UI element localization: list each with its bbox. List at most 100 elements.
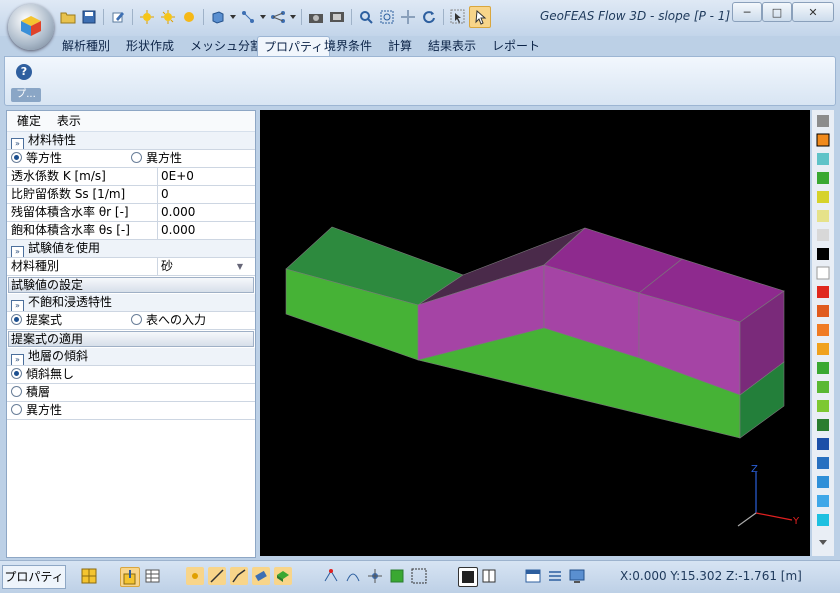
curve-edit-icon[interactable] [344,567,362,585]
layout-icon[interactable] [524,567,542,585]
color-swatch[interactable] [817,457,829,469]
line-tool-icon[interactable] [208,567,226,585]
color-swatch[interactable] [817,400,829,412]
color-swatch[interactable] [817,286,829,298]
table-icon[interactable] [144,567,162,585]
pointer-icon[interactable] [469,6,491,28]
radio-no-dip[interactable] [11,368,22,379]
import-icon[interactable] [120,567,140,587]
color-swatch[interactable] [817,248,829,260]
color-swatch[interactable] [817,191,829,203]
color-swatch[interactable] [817,495,829,507]
color-swatch[interactable] [817,210,829,222]
zoom-icon[interactable] [356,7,376,27]
region-icon[interactable] [388,567,406,585]
section-material-properties[interactable]: » 材料特性 [7,132,255,150]
radio-dip-anisotropic[interactable] [11,404,22,415]
color-swatch[interactable] [817,514,829,526]
apply-formula-button[interactable]: 提案式の適用 [8,331,254,347]
tab-shape-creation[interactable]: 形状作成 [120,36,180,56]
collapse-icon[interactable]: » [11,354,24,365]
tab-mesh-division[interactable]: メッシュ分割 [184,36,268,56]
dropdown-arrow-icon[interactable] [289,7,297,27]
color-swatch[interactable] [817,381,829,393]
open-folder-icon[interactable] [58,7,78,27]
rotate-icon[interactable] [419,7,439,27]
radio-stratified[interactable] [11,386,22,397]
camera-icon[interactable] [306,7,326,27]
radio-isotropic[interactable] [11,152,22,163]
param-label: 材料種別 [7,258,158,275]
edit-icon[interactable] [108,7,128,27]
zoom-box-icon[interactable] [377,7,397,27]
select-icon[interactable] [448,7,468,27]
section-layer-dip[interactable]: » 地層の傾斜 [7,348,255,366]
filled-view-icon[interactable] [458,567,478,587]
maximize-button[interactable]: □ [762,2,792,22]
solid-tool-icon[interactable] [274,567,292,585]
collapse-icon[interactable]: » [11,138,24,149]
scroll-down-icon[interactable] [819,540,827,545]
radio-table-input[interactable] [131,314,142,325]
color-swatch-selected[interactable] [816,133,830,147]
color-swatch[interactable] [817,324,829,336]
tab-boundary-conditions[interactable]: 境界条件 [318,36,378,56]
color-swatch[interactable] [817,115,829,127]
minimize-button[interactable]: ─ [732,2,762,22]
eraser-icon[interactable] [252,567,270,585]
menu-confirm[interactable]: 確定 [17,114,41,128]
tab-result-display[interactable]: 結果表示 [422,36,482,56]
section-unsaturated[interactable]: » 不飽和浸透特性 [7,294,255,312]
application-menu-button[interactable] [8,4,54,50]
param-value-input[interactable]: 0.000 [158,222,195,239]
set-test-values-button[interactable]: 試験値の設定 [8,277,254,293]
wire-view-icon[interactable] [480,567,498,585]
menu-display[interactable]: 表示 [57,114,81,128]
collapse-icon[interactable]: » [11,246,24,257]
list-view-icon[interactable] [546,567,564,585]
color-swatch[interactable] [817,229,829,241]
network-icon[interactable] [268,7,288,27]
box-view-icon[interactable] [208,7,228,27]
pan-icon[interactable] [398,7,418,27]
node-edit-icon[interactable] [322,567,340,585]
radio-anisotropic[interactable] [131,152,142,163]
grid-view-icon[interactable] [80,567,98,585]
material-type-select[interactable]: 砂 ▼ [158,258,249,275]
color-swatch[interactable] [817,476,829,488]
color-swatch[interactable] [816,266,830,280]
selection-box-icon[interactable] [410,567,428,585]
section-use-test-values[interactable]: » 試験値を使用 [7,240,255,258]
color-swatch[interactable] [817,362,829,374]
tab-calculation[interactable]: 計算 [382,36,418,56]
monitor-icon[interactable] [568,567,586,585]
3d-viewport[interactable]: Z Y [260,110,810,556]
light-cloud-icon[interactable] [137,7,157,27]
light-icon[interactable] [158,7,178,27]
status-tab-properties[interactable]: プロパティ [2,565,66,589]
param-value-input[interactable]: 0.000 [158,204,195,221]
film-icon[interactable] [327,7,347,27]
color-swatch[interactable] [817,305,829,317]
color-swatch[interactable] [817,438,829,450]
close-button[interactable]: ✕ [792,2,834,22]
save-icon[interactable] [79,7,99,27]
move-node-icon[interactable] [366,567,384,585]
param-value-input[interactable]: 0E+0 [158,168,194,185]
point-tool-icon[interactable] [186,567,204,585]
tab-analysis-type[interactable]: 解析種別 [56,36,116,56]
collapse-icon[interactable]: » [11,300,24,311]
color-swatch[interactable] [817,419,829,431]
color-swatch[interactable] [817,153,829,165]
tab-report[interactable]: レポート [486,36,546,56]
dropdown-arrow-icon[interactable] [229,7,237,27]
radio-proposed-formula[interactable] [11,314,22,325]
polyline-tool-icon[interactable] [230,567,248,585]
dropdown-arrow-icon[interactable] [259,7,267,27]
param-value-input[interactable]: 0 [158,186,169,203]
sun-icon[interactable] [179,7,199,27]
color-swatch[interactable] [817,343,829,355]
color-swatch[interactable] [817,172,829,184]
help-icon[interactable]: ? [16,64,32,80]
node-tool-icon[interactable] [238,7,258,27]
